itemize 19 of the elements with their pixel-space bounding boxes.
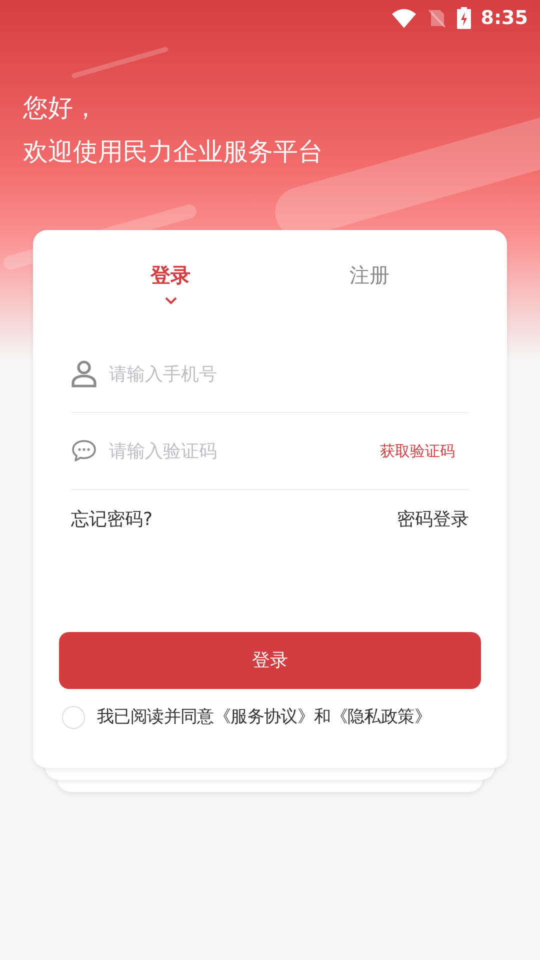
chat-bubble-icon bbox=[71, 439, 97, 463]
person-icon bbox=[71, 360, 97, 388]
forgot-password-link[interactable]: 忘记密码? bbox=[71, 506, 153, 532]
input-field[interactable]: 请输入验证码 bbox=[109, 438, 368, 464]
wifi-icon bbox=[390, 8, 417, 28]
agreement-text: 我已阅读并同意《服务协议》和《隐私政策》 bbox=[97, 706, 432, 729]
login-button[interactable]: 登录 bbox=[59, 632, 481, 689]
chevron-down-icon bbox=[164, 296, 178, 305]
battery-charging-icon bbox=[456, 7, 471, 29]
clock-time: 8:35 bbox=[480, 6, 528, 31]
get-code-link[interactable]: 获取验证码 bbox=[380, 440, 469, 462]
tab[interactable]: 登录 bbox=[71, 260, 270, 316]
password-login-link[interactable]: 密码登录 bbox=[397, 506, 469, 532]
greeting-text: 您好， bbox=[23, 92, 99, 124]
welcome-text: 欢迎使用民力企业服务平台 bbox=[23, 136, 324, 168]
agree-checkbox[interactable] bbox=[62, 706, 85, 730]
tab[interactable]: 注册 bbox=[270, 260, 469, 316]
no-sim-icon bbox=[426, 8, 447, 28]
input-field[interactable]: 请输入手机号 bbox=[109, 360, 469, 388]
